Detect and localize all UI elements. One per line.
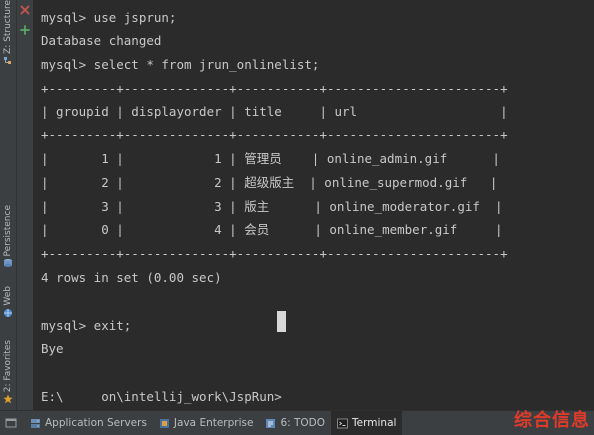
left-tool-strip: Z: Structure Persistence Web 2: Favorite… xyxy=(0,0,17,411)
structure-tab-label: Z: Structure xyxy=(3,0,13,54)
terminal-line: Database changed xyxy=(41,33,162,48)
terminal-line: mysql> use jsprun; xyxy=(41,10,177,25)
table-border: +---------+--------------+-----------+--… xyxy=(41,81,508,96)
server-icon xyxy=(31,418,40,428)
java-ee-icon xyxy=(159,418,169,428)
close-session-button[interactable] xyxy=(19,4,31,16)
new-session-button[interactable] xyxy=(19,24,31,36)
bottom-tool-bar: Application Servers Java Enterprise 6: T… xyxy=(0,410,594,435)
terminal-line: mysql> select * from jrun_onlinelist; xyxy=(41,57,320,72)
terminal-icon xyxy=(337,418,348,428)
table-row: | 1 | 1 | 管理员 | online_admin.gif | xyxy=(41,151,500,166)
watermark-logo: 综合信息 xyxy=(514,410,590,431)
terminal-toolbar xyxy=(17,0,34,411)
tool-windows-icon[interactable] xyxy=(4,416,18,430)
tab-application-servers[interactable]: Application Servers xyxy=(24,411,153,435)
persistence-tab-label: Persistence xyxy=(3,205,13,257)
table-row: | 0 | 4 | 会员 | online_member.gif | xyxy=(41,222,503,237)
table-row: | 3 | 3 | 版主 | online_moderator.gif | xyxy=(41,199,503,214)
tab-java-enterprise[interactable]: Java Enterprise xyxy=(153,411,260,435)
plus-icon xyxy=(20,25,30,35)
persistence-icon xyxy=(4,259,12,268)
table-border: +---------+--------------+-----------+--… xyxy=(41,127,508,142)
tab-java-enterprise-label: Java Enterprise xyxy=(173,417,254,429)
close-icon xyxy=(20,5,30,15)
tab-todo[interactable]: 6: TODO xyxy=(259,411,331,435)
terminal-prompt: E:\ on\intellij_work\JspRun> xyxy=(41,389,282,404)
star-icon xyxy=(3,394,13,404)
web-tab[interactable]: Web xyxy=(0,286,16,318)
tab-todo-label: 6: TODO xyxy=(280,417,326,429)
table-border: +---------+--------------+-----------+--… xyxy=(41,246,508,261)
todo-icon xyxy=(266,418,276,428)
terminal-output[interactable]: mysql> use jsprun; Database changed mysq… xyxy=(34,0,594,411)
tab-application-servers-label: Application Servers xyxy=(45,417,147,429)
ide-window: Z: Structure Persistence Web 2: Favorite… xyxy=(0,0,594,435)
terminal-line: 4 rows in set (0.00 sec) xyxy=(41,270,222,285)
persistence-tab[interactable]: Persistence xyxy=(0,205,16,268)
web-icon xyxy=(4,308,12,317)
table-header-row: | groupid | displayorder | title | url | xyxy=(41,104,508,119)
favorites-tab[interactable]: 2: Favorites xyxy=(0,340,16,404)
structure-tab[interactable]: Z: Structure xyxy=(0,0,16,66)
terminal-cursor xyxy=(277,311,286,332)
web-tab-label: Web xyxy=(3,286,13,306)
terminal-line: Bye xyxy=(41,341,64,356)
terminal-line: mysql> exit; xyxy=(41,318,132,333)
tab-terminal[interactable]: Terminal xyxy=(331,411,403,435)
favorites-tab-label: 2: Favorites xyxy=(3,340,13,393)
tab-terminal-label: Terminal xyxy=(352,417,397,429)
table-row: | 2 | 2 | 超级版主 | online_supermod.gif | xyxy=(41,175,498,190)
structure-icon xyxy=(4,56,11,64)
